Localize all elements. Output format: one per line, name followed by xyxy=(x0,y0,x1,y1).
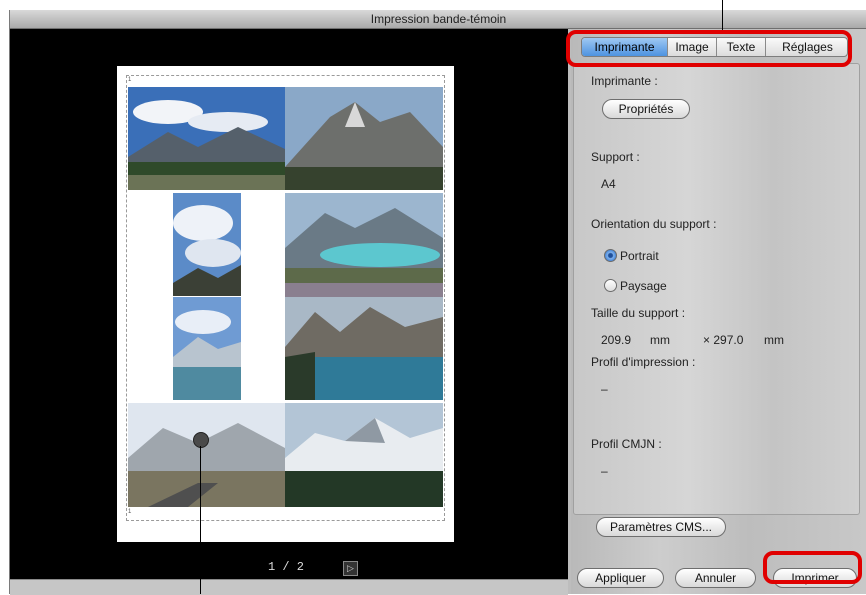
landscape-label[interactable]: Paysage xyxy=(620,279,667,293)
preview-bottom-bar xyxy=(10,579,568,595)
print-dialog-window: Impression bande-témoin 1 1 1 / 2 ▷ Impr… xyxy=(9,10,866,595)
preview-sheet: 1 1 xyxy=(117,66,454,542)
photo-leader-line xyxy=(200,446,201,594)
next-page-icon[interactable]: ▷ xyxy=(343,561,358,576)
print-button-highlight xyxy=(763,551,862,584)
photo-clouds-vertical[interactable] xyxy=(173,193,241,296)
cms-settings-button[interactable]: Paramètres CMS... xyxy=(596,517,726,537)
window-title: Impression bande-témoin xyxy=(10,10,866,29)
portrait-radio[interactable] xyxy=(604,249,617,262)
cancel-button[interactable]: Annuler xyxy=(675,568,756,588)
photo-lake-vertical[interactable] xyxy=(173,297,241,400)
landscape-radio[interactable] xyxy=(604,279,617,292)
size-height: × 297.0 xyxy=(703,333,744,347)
photo-moraine-lake[interactable] xyxy=(285,297,443,400)
printer-settings-panel: Imprimante : Propriétés Support : A4 Ori… xyxy=(573,63,860,537)
size-height-unit: mm xyxy=(764,333,784,347)
orientation-label: Orientation du support : xyxy=(591,217,717,231)
print-profile-value: – xyxy=(601,382,608,396)
corner-mark-bottom: 1 xyxy=(128,509,132,515)
page-indicator: 1 / 2 xyxy=(268,560,305,574)
printer-label: Imprimante : xyxy=(591,74,658,88)
photo-snowy-peaks[interactable] xyxy=(285,403,443,507)
photo-rocky-peak[interactable] xyxy=(285,87,443,190)
print-profile-label: Profil d'impression : xyxy=(591,355,696,369)
size-label: Taille du support : xyxy=(591,306,686,320)
settings-sidebar: Imprimante Image Texte Réglages Impriman… xyxy=(571,29,866,594)
support-label: Support : xyxy=(591,150,640,164)
properties-button[interactable]: Propriétés xyxy=(602,99,690,119)
photo-mountain-meadow[interactable] xyxy=(128,87,285,190)
support-value: A4 xyxy=(601,177,616,191)
apply-button[interactable]: Appliquer xyxy=(577,568,664,588)
photo-turquoise-lake[interactable] xyxy=(285,193,443,297)
corner-mark-top: 1 xyxy=(128,77,132,83)
tabs-leader-line xyxy=(722,0,723,30)
print-preview-area: 1 1 1 / 2 ▷ xyxy=(10,29,568,579)
cmyk-profile-label: Profil CMJN : xyxy=(591,437,662,451)
size-width-unit: mm xyxy=(650,333,670,347)
page-navigator: 1 / 2 ▷ xyxy=(10,559,568,579)
cmyk-profile-value: – xyxy=(601,464,608,478)
photo-callout-dot xyxy=(193,432,209,448)
size-width: 209.9 xyxy=(601,333,632,347)
photo-glacier-road[interactable] xyxy=(128,403,285,507)
tabs-highlight xyxy=(566,30,852,67)
portrait-label[interactable]: Portrait xyxy=(620,249,659,263)
